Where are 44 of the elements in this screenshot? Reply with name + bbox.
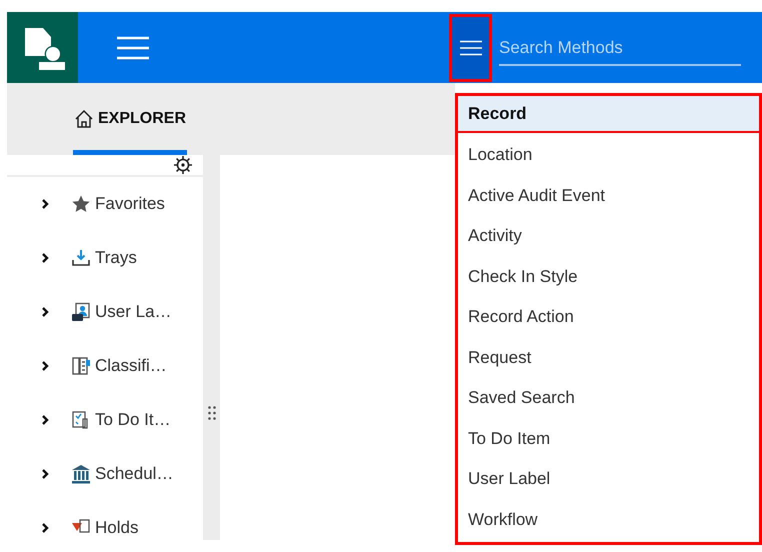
user-label-icon	[71, 302, 91, 322]
star-icon	[71, 194, 91, 214]
menu-icon	[117, 36, 149, 60]
tree-item-label[interactable]: Holds	[95, 515, 138, 541]
tree-item-label[interactable]: Schedul…	[95, 461, 174, 487]
menu-item[interactable]: Check In Style	[458, 258, 759, 295]
menu-item[interactable]: To Do Item	[458, 420, 759, 457]
expand-toggle[interactable]	[39, 414, 51, 426]
drag-handle-icon	[208, 406, 216, 420]
chevron-right-icon	[39, 360, 51, 372]
expand-toggle[interactable]	[39, 522, 51, 534]
menu-item[interactable]: Activity	[458, 218, 759, 254]
classification-icon	[71, 356, 91, 376]
building-icon	[71, 464, 91, 484]
expand-toggle[interactable]	[39, 360, 51, 372]
chevron-right-icon	[39, 468, 51, 480]
search-field[interactable]: Search Methods	[499, 32, 741, 66]
expand-toggle[interactable]	[39, 468, 51, 480]
settings-icon	[173, 155, 193, 175]
expand-toggle[interactable]	[39, 252, 51, 264]
expand-toggle[interactable]	[39, 198, 51, 210]
menu-item[interactable]: User Label	[458, 460, 759, 498]
search-methods-button[interactable]	[449, 14, 492, 82]
tree-item-label[interactable]: Trays	[95, 245, 137, 271]
menu-item[interactable]: Record	[458, 96, 759, 133]
chevron-right-icon	[39, 198, 51, 210]
expand-toggle[interactable]	[39, 306, 51, 318]
tree-item-label[interactable]: To Do It…	[95, 407, 171, 433]
menu-item[interactable]: Location	[458, 136, 759, 174]
home-icon	[74, 109, 94, 129]
menu-icon	[460, 40, 482, 56]
tree-item-label[interactable]: User La…	[95, 299, 172, 325]
menu-item[interactable]: Saved Search	[458, 380, 759, 416]
tray-icon	[71, 248, 91, 268]
chevron-right-icon	[39, 522, 51, 534]
menu-item[interactable]: Active Audit Event	[458, 177, 759, 214]
tree-item-label[interactable]: Classifi…	[95, 353, 167, 379]
chevron-right-icon	[39, 414, 51, 426]
chevron-right-icon	[39, 252, 51, 264]
tree-item-label[interactable]: Favorites	[95, 191, 165, 217]
menu-item[interactable]: Request	[458, 339, 759, 376]
menu-item[interactable]: Record Action	[458, 298, 759, 336]
chevron-right-icon	[39, 306, 51, 318]
menu-item[interactable]: Workflow	[458, 501, 759, 538]
